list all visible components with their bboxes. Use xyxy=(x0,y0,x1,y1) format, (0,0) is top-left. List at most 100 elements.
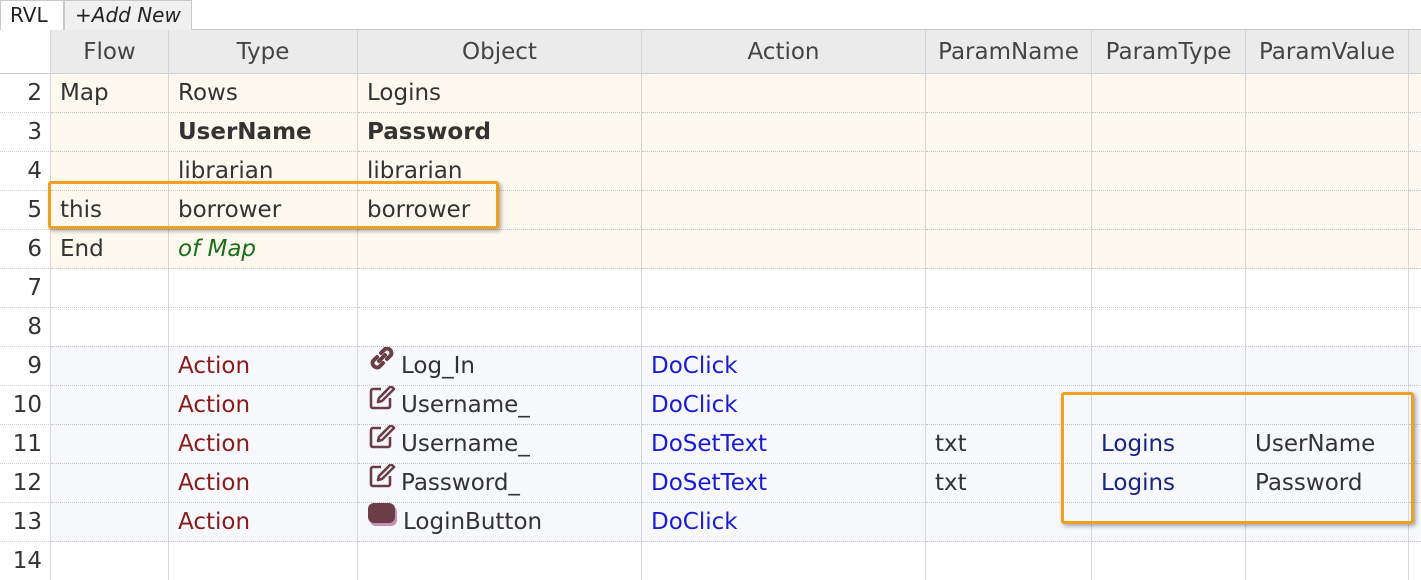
cell-flow[interactable] xyxy=(51,464,169,503)
cell-flow[interactable]: this xyxy=(51,191,169,230)
cell-paramname[interactable] xyxy=(926,503,1092,542)
cell-paramvalue[interactable] xyxy=(1246,308,1409,347)
row-number[interactable]: 10 xyxy=(0,386,51,425)
cell-type[interactable]: Action xyxy=(169,386,358,425)
cell-paramtype[interactable]: Logins xyxy=(1092,425,1246,464)
column-header-action[interactable]: Action xyxy=(642,30,926,74)
cell-action[interactable] xyxy=(642,152,926,191)
cell-flow[interactable] xyxy=(51,152,169,191)
cell-type[interactable]: of Map xyxy=(169,230,358,269)
cell-flow[interactable] xyxy=(51,113,169,152)
cell-paramvalue[interactable] xyxy=(1246,386,1409,425)
cell-action[interactable]: DoClick xyxy=(642,386,926,425)
column-header-object[interactable]: Object xyxy=(358,30,642,74)
cell-action[interactable]: DoSetText xyxy=(642,464,926,503)
cell-action[interactable] xyxy=(642,230,926,269)
cell-paramvalue[interactable] xyxy=(1246,74,1409,113)
corner-cell[interactable] xyxy=(0,30,51,74)
row-number[interactable]: 6 xyxy=(0,230,51,269)
row-number[interactable]: 14 xyxy=(0,542,51,580)
cell-object[interactable] xyxy=(358,230,642,269)
row-number[interactable]: 2 xyxy=(0,74,51,113)
cell-type[interactable]: Action xyxy=(169,503,358,542)
cell-type[interactable]: Action xyxy=(169,425,358,464)
cell-object[interactable]: Username_ xyxy=(358,425,642,464)
cell-flow[interactable]: Map xyxy=(51,74,169,113)
cell-type[interactable]: Rows xyxy=(169,74,358,113)
cell-flow[interactable] xyxy=(51,386,169,425)
cell-type[interactable]: librarian xyxy=(169,152,358,191)
cell-paramname[interactable] xyxy=(926,152,1092,191)
column-header-paramtype[interactable]: ParamType xyxy=(1092,30,1246,74)
cell-flow[interactable] xyxy=(51,425,169,464)
cell-paramvalue[interactable] xyxy=(1246,191,1409,230)
cell-paramname[interactable] xyxy=(926,347,1092,386)
cell-paramvalue[interactable] xyxy=(1246,269,1409,308)
cell-flow[interactable] xyxy=(51,308,169,347)
cell-action[interactable] xyxy=(642,113,926,152)
cell-object[interactable]: borrower xyxy=(358,191,642,230)
cell-object[interactable]: Password_ xyxy=(358,464,642,503)
tab-add-new[interactable]: +Add New xyxy=(64,0,192,30)
cell-paramname[interactable]: txt xyxy=(926,464,1092,503)
cell-type[interactable]: Action xyxy=(169,464,358,503)
cell-paramtype[interactable] xyxy=(1092,152,1246,191)
cell-object[interactable]: Password xyxy=(358,113,642,152)
cell-paramname[interactable] xyxy=(926,74,1092,113)
cell-object[interactable]: librarian xyxy=(358,152,642,191)
cell-action[interactable] xyxy=(642,191,926,230)
row-number[interactable]: 11 xyxy=(0,425,51,464)
cell-type[interactable]: borrower xyxy=(169,191,358,230)
cell-paramvalue[interactable]: UserName xyxy=(1246,425,1409,464)
cell-paramtype[interactable]: Logins xyxy=(1092,464,1246,503)
cell-paramtype[interactable] xyxy=(1092,191,1246,230)
row-number[interactable]: 4 xyxy=(0,152,51,191)
cell-action[interactable] xyxy=(642,74,926,113)
cell-action[interactable]: DoClick xyxy=(642,503,926,542)
cell-paramtype[interactable] xyxy=(1092,74,1246,113)
cell-object[interactable]: Username_ xyxy=(358,386,642,425)
cell-type[interactable] xyxy=(169,542,358,580)
cell-flow[interactable] xyxy=(51,503,169,542)
cell-paramname[interactable] xyxy=(926,308,1092,347)
row-number[interactable]: 9 xyxy=(0,347,51,386)
cell-paramtype[interactable] xyxy=(1092,542,1246,580)
row-number[interactable]: 3 xyxy=(0,113,51,152)
cell-paramvalue[interactable] xyxy=(1246,347,1409,386)
cell-paramtype[interactable] xyxy=(1092,230,1246,269)
cell-object[interactable] xyxy=(358,269,642,308)
cell-object[interactable]: Logins xyxy=(358,74,642,113)
row-number[interactable]: 7 xyxy=(0,269,51,308)
cell-paramname[interactable] xyxy=(926,386,1092,425)
cell-type[interactable] xyxy=(169,308,358,347)
cell-action[interactable] xyxy=(642,269,926,308)
cell-paramvalue[interactable] xyxy=(1246,152,1409,191)
row-number[interactable]: 5 xyxy=(0,191,51,230)
cell-object[interactable]: Log_In xyxy=(358,347,642,386)
cell-flow[interactable]: End xyxy=(51,230,169,269)
cell-paramtype[interactable] xyxy=(1092,503,1246,542)
cell-paramtype[interactable] xyxy=(1092,269,1246,308)
cell-paramtype[interactable] xyxy=(1092,308,1246,347)
tab-rvl[interactable]: RVL xyxy=(0,0,64,30)
row-number[interactable]: 13 xyxy=(0,503,51,542)
cell-paramname[interactable] xyxy=(926,191,1092,230)
cell-paramname[interactable] xyxy=(926,269,1092,308)
cell-paramtype[interactable] xyxy=(1092,386,1246,425)
cell-paramname[interactable]: txt xyxy=(926,425,1092,464)
column-header-paramvalue[interactable]: ParamValue xyxy=(1246,30,1409,74)
cell-flow[interactable] xyxy=(51,347,169,386)
cell-paramtype[interactable] xyxy=(1092,347,1246,386)
row-number[interactable]: 8 xyxy=(0,308,51,347)
cell-object[interactable]: LoginButton xyxy=(358,503,642,542)
cell-paramname[interactable] xyxy=(926,113,1092,152)
cell-paramvalue[interactable] xyxy=(1246,503,1409,542)
cell-flow[interactable] xyxy=(51,542,169,580)
cell-flow[interactable] xyxy=(51,269,169,308)
cell-action[interactable] xyxy=(642,308,926,347)
column-header-paramname[interactable]: ParamName xyxy=(926,30,1092,74)
cell-type[interactable]: Action xyxy=(169,347,358,386)
cell-action[interactable]: DoSetText xyxy=(642,425,926,464)
cell-paramtype[interactable] xyxy=(1092,113,1246,152)
cell-paramname[interactable] xyxy=(926,542,1092,580)
